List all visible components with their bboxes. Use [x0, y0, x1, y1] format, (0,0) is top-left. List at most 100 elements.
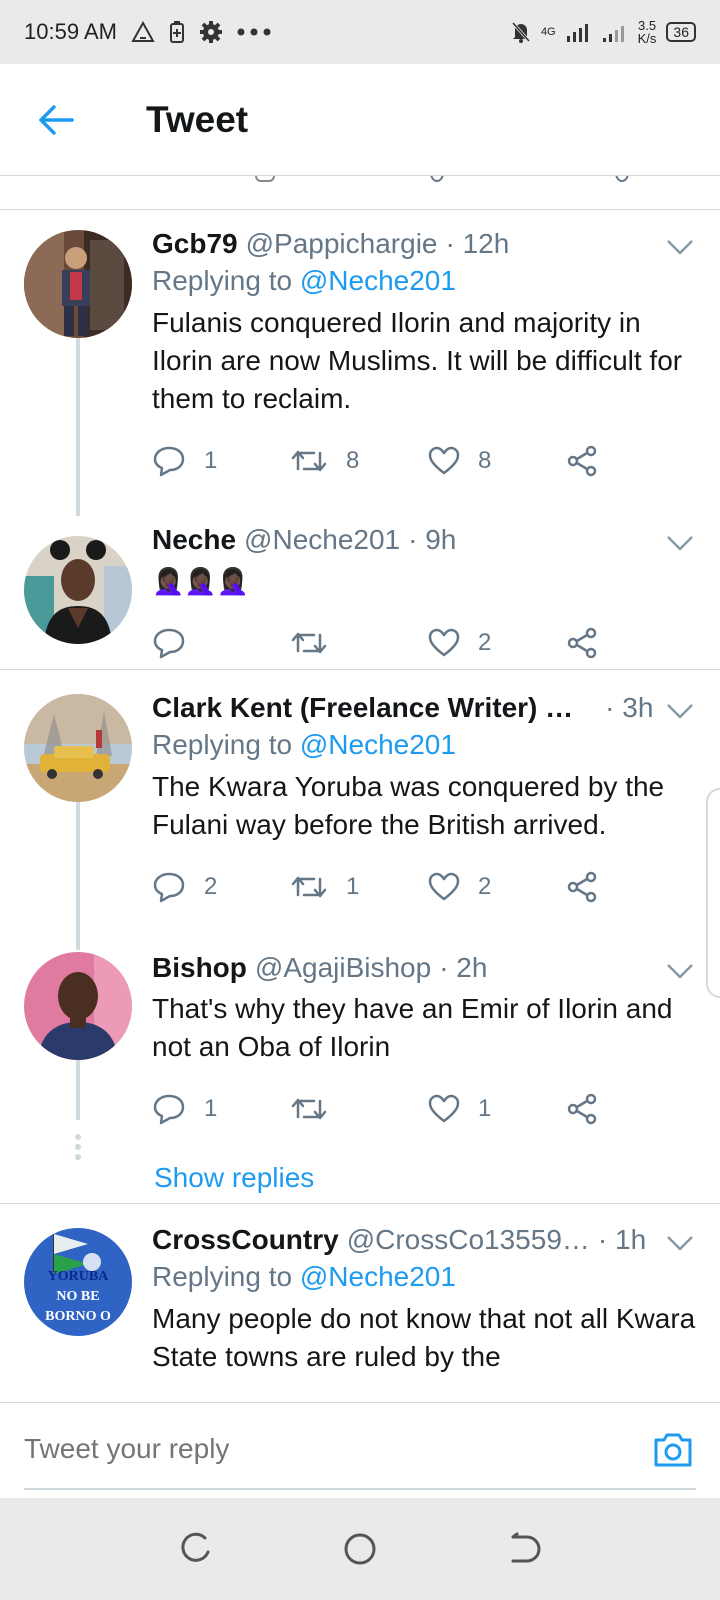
share-button[interactable] [566, 871, 616, 903]
tweet-header: Clark Kent (Freelance Writer) … · 3h [152, 690, 700, 726]
tweet[interactable]: Gcb79 @Pappichargie · 12h Replying to @N… [0, 210, 720, 486]
display-name[interactable]: Neche [152, 522, 236, 558]
avatar-text-line3: BORNO O [45, 1309, 111, 1324]
replying-to: Replying to @Neche201 [152, 726, 700, 764]
alert-triangle-icon [131, 21, 155, 43]
avatar-text-line1: YORUBA [48, 1269, 110, 1284]
recent-apps-icon[interactable] [179, 1532, 213, 1566]
avatar-text-line2: NO BE [56, 1289, 99, 1304]
tweet-time: · 1h [597, 1224, 647, 1255]
top-app-bar: Tweet [0, 64, 720, 176]
retweet-icon [291, 450, 327, 472]
like-button[interactable]: 2 [428, 628, 566, 658]
tweet-actions: 1 1 [152, 1084, 700, 1134]
share-icon [567, 445, 597, 477]
replying-to-label: Replying to [152, 729, 293, 760]
replies-feed[interactable]: Gcb79 @Pappichargie · 12h Replying to @N… [0, 210, 720, 1402]
mention-link[interactable]: @Neche201 [300, 729, 456, 760]
like-button[interactable]: 1 [428, 1094, 566, 1124]
avatar[interactable] [24, 952, 132, 1060]
back-nav-icon[interactable] [507, 1532, 541, 1566]
reply-input[interactable] [24, 1433, 604, 1465]
share-icon [567, 1093, 597, 1125]
display-name[interactable]: Clark Kent (Freelance Writer) … [152, 690, 573, 726]
tweet[interactable]: Clark Kent (Freelance Writer) … · 3h Rep… [0, 670, 720, 912]
replying-to-label: Replying to [152, 265, 293, 296]
user-handle[interactable]: @AgajiBishop [255, 950, 431, 986]
network-type: 4G [540, 26, 556, 38]
page-title: Tweet [146, 98, 249, 140]
tweet-text: Fulanis conquered Ilorin and majority in… [152, 307, 683, 414]
chevron-down-icon[interactable] [666, 238, 694, 256]
reply-thread: Clark Kent (Freelance Writer) … · 3h Rep… [0, 670, 720, 1204]
replying-to: Replying to @Neche201 [152, 262, 700, 300]
reply-composer [0, 1402, 720, 1498]
user-handle[interactable]: @CrossCo13559… [347, 1222, 590, 1258]
display-name[interactable]: CrossCountry [152, 1222, 339, 1258]
show-replies-link[interactable]: Show replies [0, 1162, 700, 1194]
user-handle[interactable]: @Pappichargie [246, 226, 438, 262]
avatar[interactable] [24, 230, 132, 338]
reply-button[interactable]: 2 [152, 871, 290, 903]
heart-icon [428, 628, 460, 657]
bell-muted-icon [511, 21, 531, 43]
tweet-header: Bishop @AgajiBishop · 2h [152, 950, 700, 986]
back-button[interactable] [26, 90, 86, 150]
avatar[interactable] [24, 694, 132, 802]
share-icon [567, 627, 597, 659]
tweet-actions: 1 8 8 [152, 436, 700, 486]
tweet[interactable]: Neche @Neche201 · 9h 🤦🏿‍♀️🤦🏿‍♀️🤦🏿‍♀️ 2 [0, 486, 720, 668]
replying-to: Replying to @Neche201 [152, 1258, 700, 1296]
heart-icon [428, 872, 460, 901]
reply-button[interactable]: 1 [152, 445, 290, 477]
share-button[interactable] [566, 1093, 616, 1125]
retweet-button[interactable] [290, 1095, 428, 1123]
chevron-down-icon[interactable] [666, 1234, 694, 1252]
retweet-button[interactable]: 1 [290, 873, 428, 901]
system-navigation-bar [0, 1498, 720, 1600]
user-handle[interactable]: @Neche201 [244, 522, 400, 558]
fast-scroll-handle[interactable] [706, 788, 720, 998]
avatar[interactable] [24, 536, 132, 644]
retweet-button[interactable]: 8 [290, 447, 428, 475]
mention-link[interactable]: @Neche201 [300, 1261, 456, 1292]
signal-bars-icon [566, 22, 592, 42]
reply-button[interactable] [152, 627, 290, 659]
battery-saver-icon [169, 20, 185, 44]
avatar[interactable]: YORUBA NO BE BORNO O [24, 1228, 132, 1336]
tweet-text: The Kwara Yoruba was conquered by the Fu… [152, 771, 665, 840]
share-button[interactable] [566, 627, 616, 659]
retweet-count: 1 [346, 873, 360, 900]
retweet-button[interactable] [290, 629, 428, 657]
battery-level: 36 [666, 22, 696, 42]
share-button[interactable] [566, 445, 616, 477]
tweet-header: CrossCountry @CrossCo13559… · 1h [152, 1222, 700, 1258]
tweet-text: 🤦🏿‍♀️🤦🏿‍♀️🤦🏿‍♀️ [152, 566, 250, 596]
display-name[interactable]: Gcb79 [152, 226, 238, 262]
reply-icon [153, 872, 185, 903]
tweet[interactable]: YORUBA NO BE BORNO O CrossCountry @Cross… [0, 1204, 720, 1376]
input-underline [24, 1488, 696, 1490]
heart-icon [428, 446, 460, 475]
chevron-down-icon[interactable] [666, 702, 694, 720]
reply-count: 2 [204, 873, 218, 900]
reply-button[interactable]: 1 [152, 1093, 290, 1125]
tweet-actions: 2 1 2 [152, 862, 700, 912]
status-bar: 10:59 AM 4G 3.5 K/s 36 [0, 0, 720, 64]
reply-icon [153, 628, 185, 659]
arrow-left-icon [39, 104, 74, 135]
share-icon [567, 871, 597, 903]
chevron-down-icon[interactable] [666, 534, 694, 552]
home-icon[interactable] [343, 1532, 377, 1566]
camera-button[interactable] [652, 1431, 694, 1474]
tweet[interactable]: Bishop @AgajiBishop · 2h That's why they… [0, 912, 720, 1194]
network-speed: 3.5 K/s [638, 19, 657, 45]
tweet-header: Gcb79 @Pappichargie · 12h [152, 226, 700, 262]
display-name[interactable]: Bishop [152, 950, 247, 986]
like-button[interactable]: 8 [428, 446, 566, 476]
like-button[interactable]: 2 [428, 872, 566, 902]
status-time: 10:59 AM [24, 19, 117, 44]
tweet-time: · 9h [408, 524, 457, 555]
chevron-down-icon[interactable] [666, 962, 694, 980]
mention-link[interactable]: @Neche201 [300, 265, 456, 296]
